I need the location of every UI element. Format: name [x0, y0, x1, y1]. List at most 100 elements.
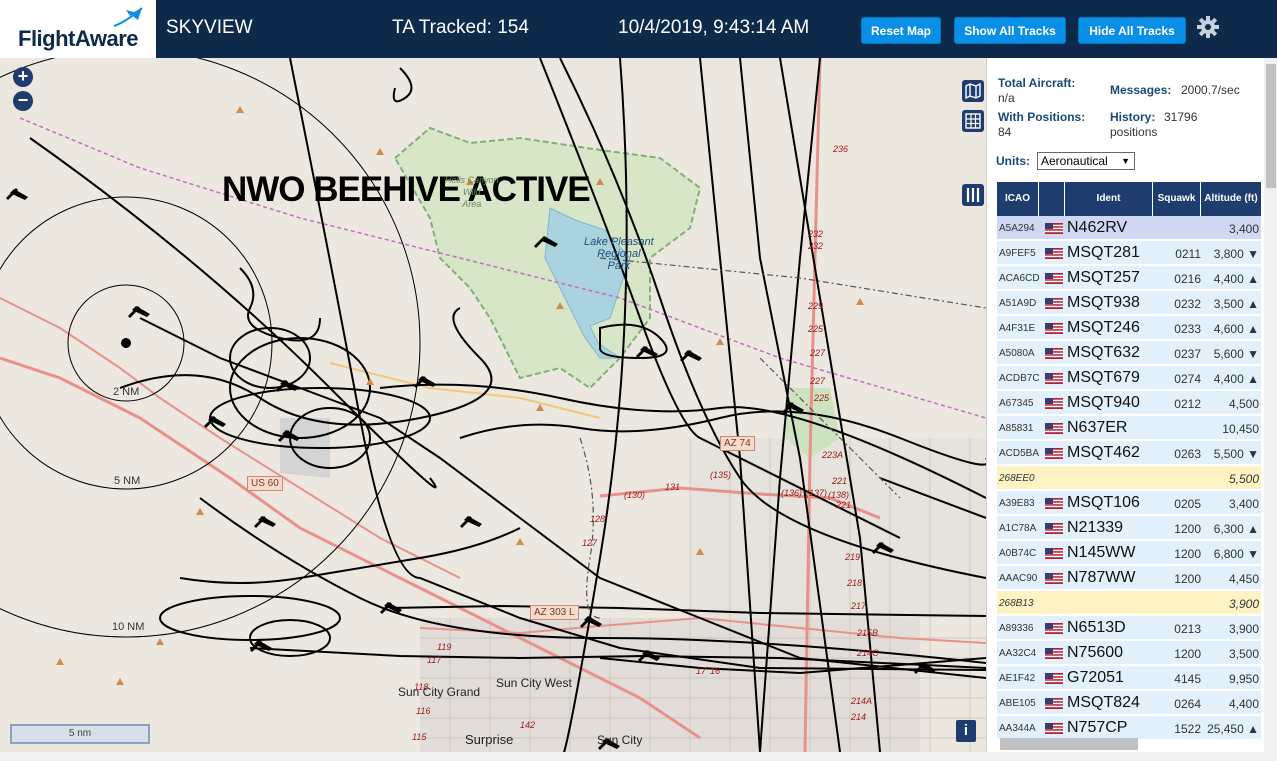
route-number: (138): [828, 490, 850, 500]
route-number: 232: [808, 241, 824, 251]
map-canvas[interactable]: [0, 58, 986, 752]
table-row[interactable]: A39E83 MSQT106 0205 3,400: [997, 491, 1261, 515]
table-row[interactable]: AAAC90 N787WW 1200 4,450: [997, 566, 1261, 590]
table-row[interactable]: ACD5BA MSQT462 0263 5,500 ▼: [997, 441, 1261, 465]
cell-icao: A51A9D: [999, 298, 1037, 309]
col-icao[interactable]: ICAO: [997, 182, 1039, 216]
route-number: 116: [416, 706, 431, 716]
reset-map-button[interactable]: Reset Map: [861, 17, 941, 44]
datetime: 10/4/2019, 9:43:14 AM: [618, 17, 810, 38]
table-header: ICAO Ident Squawk Altitude (ft): [997, 182, 1261, 216]
table-row[interactable]: A85831 N637ER 10,450: [997, 416, 1261, 440]
table-row[interactable]: ACDB7C MSQT679 0274 4,400 ▲: [997, 366, 1261, 390]
route-number: (137): [806, 488, 828, 498]
road-shield: AZ 303 L: [530, 605, 579, 620]
table-row[interactable]: A89336 N6513D 0213 3,900: [997, 616, 1261, 640]
horizontal-scrollbar[interactable]: [0, 752, 1277, 761]
route-number: 17: [696, 666, 707, 676]
history-value: 31796: [1164, 110, 1198, 124]
cell-icao: ACD5BA: [999, 448, 1040, 459]
cell-altitude: 3,500 ▲: [1213, 297, 1259, 311]
cell-ident: N757CP: [1067, 719, 1128, 736]
top-bar: FlightAware SKYVIEW TA Tracked: 154 10/4…: [0, 0, 1277, 58]
hide-all-tracks-button[interactable]: Hide All Tracks: [1078, 17, 1186, 44]
route-number: 142: [520, 720, 536, 730]
route-number: 221: [832, 476, 848, 486]
cell-squawk: 0263: [1174, 447, 1201, 461]
table-row[interactable]: A67345 MSQT940 0212 4,500: [997, 391, 1261, 415]
route-number: 217: [851, 601, 867, 611]
lake-label: Lake Pleasant Regional Park: [584, 236, 654, 272]
table-row[interactable]: A1C78A N21339 1200 6,300 ▲: [997, 516, 1261, 540]
gear-icon[interactable]: [1196, 15, 1220, 39]
map[interactable]: NWO BEEHIVE ACTIVE 2 NM 5 NM 10 NM Lake …: [0, 58, 986, 752]
col-ident[interactable]: Ident: [1065, 182, 1153, 216]
table-row[interactable]: 268EE0 5,500: [997, 466, 1261, 490]
flag-us-icon: [1045, 223, 1063, 234]
table-row[interactable]: A0B74C N145WW 1200 6,800 ▼: [997, 541, 1261, 565]
cell-squawk: 1200: [1174, 547, 1201, 561]
table-row[interactable]: A5A294 N462RV 3,400: [997, 216, 1261, 240]
overlay-title: NWO BEEHIVE ACTIVE: [222, 170, 591, 209]
table-row[interactable]: A51A9D MSQT938 0232 3,500 ▲: [997, 291, 1261, 315]
cell-ident: MSQT824: [1067, 694, 1140, 711]
show-all-tracks-button[interactable]: Show All Tracks: [954, 17, 1066, 44]
vertical-scrollbar[interactable]: [1264, 58, 1277, 752]
cell-icao: ABE105: [999, 698, 1036, 709]
cell-icao: A85831: [999, 423, 1034, 434]
route-number: 16: [710, 666, 721, 676]
map-layers-icon[interactable]: [962, 80, 984, 102]
route-number: 225: [814, 393, 830, 403]
route-number: 232: [808, 229, 824, 239]
cell-ident: MSQT679: [1067, 369, 1140, 386]
route-number: 223A: [822, 450, 844, 460]
route-number: 119: [437, 642, 452, 652]
cell-icao: A1C78A: [999, 523, 1037, 534]
zoom-out-icon[interactable]: −: [13, 91, 33, 111]
logo[interactable]: FlightAware: [0, 0, 160, 58]
units-value: Aeronautical: [1041, 154, 1108, 168]
cell-icao: A0B74C: [999, 548, 1037, 559]
flag-us-icon: [1045, 723, 1063, 734]
road-shield: US 60: [247, 476, 283, 491]
table-row[interactable]: A9FEF5 MSQT281 0211 3,800 ▼: [997, 241, 1261, 265]
table-row[interactable]: A5080A MSQT632 0237 5,600 ▼: [997, 341, 1261, 365]
tracked-count: TA Tracked: 154: [392, 17, 529, 38]
info-icon[interactable]: i: [956, 720, 976, 742]
table-row[interactable]: ABE105 MSQT824 0264 4,400: [997, 691, 1261, 715]
table-row[interactable]: 268B13 3,900: [997, 591, 1261, 615]
cell-squawk: 0274: [1174, 372, 1201, 386]
cell-ident: MSQT246: [1067, 319, 1140, 336]
cell-squawk: 0213: [1174, 622, 1201, 636]
flag-us-icon: [1045, 323, 1063, 334]
table-row[interactable]: A4F31E MSQT246 0233 4,600 ▲: [997, 316, 1261, 340]
cell-ident: N75600: [1067, 644, 1124, 661]
table-row[interactable]: ACA6CD MSQT257 0216 4,400 ▲: [997, 266, 1261, 290]
columns-icon[interactable]: [962, 184, 984, 206]
cell-icao: ACA6CD: [999, 273, 1040, 284]
flag-us-icon: [1045, 648, 1063, 659]
table-row[interactable]: AA344A N757CP 1522 25,450 ▲: [997, 716, 1261, 740]
grid-icon[interactable]: [962, 110, 984, 132]
cell-squawk: 0232: [1174, 297, 1201, 311]
units-select[interactable]: Aeronautical ▼: [1037, 152, 1135, 170]
flag-us-icon: [1045, 698, 1063, 709]
sidebar: Total Aircraft: n/a Messages: 2000.7/sec…: [986, 58, 1277, 752]
cell-ident: G72051: [1067, 669, 1124, 686]
cell-altitude: 3,900: [1228, 597, 1259, 611]
route-number: 118: [414, 682, 429, 692]
route-number: 214A: [851, 696, 873, 706]
cell-icao: ACDB7C: [999, 373, 1040, 384]
col-altitude[interactable]: Altitude (ft): [1201, 182, 1261, 216]
col-squawk[interactable]: Squawk: [1153, 182, 1201, 216]
horizontal-scroll-thumb[interactable]: [1000, 738, 1138, 750]
units-label: Units:: [996, 154, 1030, 168]
route-number: 127: [582, 538, 598, 548]
table-row[interactable]: AE1F42 G72051 4145 9,950: [997, 666, 1261, 690]
col-flag[interactable]: [1039, 182, 1065, 216]
route-number: 115: [412, 732, 427, 742]
flag-us-icon: [1045, 573, 1063, 584]
zoom-in-icon[interactable]: +: [13, 67, 33, 87]
vertical-scroll-thumb[interactable]: [1266, 64, 1276, 188]
table-row[interactable]: AA32C4 N75600 1200 3,500: [997, 641, 1261, 665]
